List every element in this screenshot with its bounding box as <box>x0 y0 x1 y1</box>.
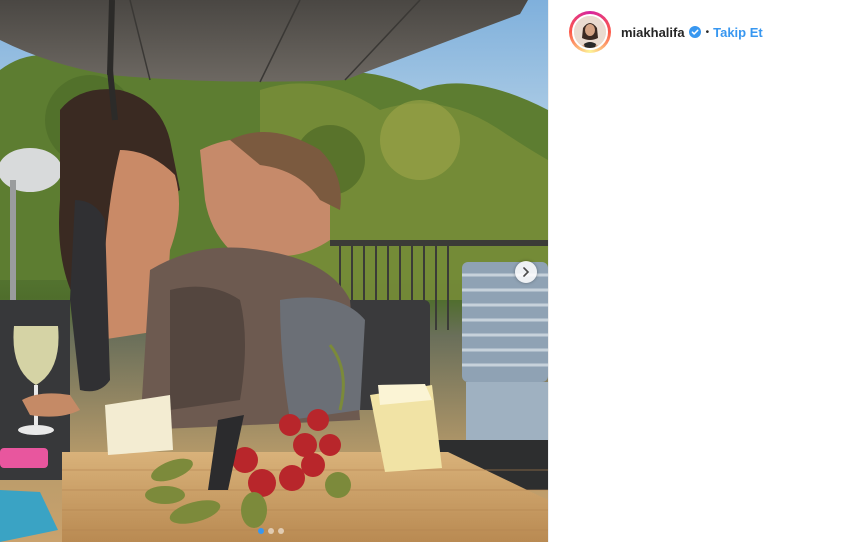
photo-scene <box>0 0 548 542</box>
carousel-dot <box>278 528 284 534</box>
carousel-dot <box>268 528 274 534</box>
chevron-right-icon <box>523 267 530 277</box>
follow-button[interactable]: Takip Et <box>713 25 763 40</box>
carousel-next-button[interactable] <box>515 261 537 283</box>
avatar-image <box>572 14 608 50</box>
instagram-post: miakhalifa • Takip Et <box>0 0 850 542</box>
post-side-panel: miakhalifa • Takip Et <box>548 0 850 542</box>
verified-badge-icon <box>688 26 701 38</box>
separator-dot: • <box>705 26 710 38</box>
post-header: miakhalifa • Takip Et <box>569 10 763 54</box>
carousel-dot <box>258 528 264 534</box>
avatar[interactable] <box>569 11 611 53</box>
username-link[interactable]: miakhalifa <box>621 25 685 40</box>
carousel-indicator <box>258 528 284 534</box>
post-photo[interactable] <box>0 0 548 542</box>
